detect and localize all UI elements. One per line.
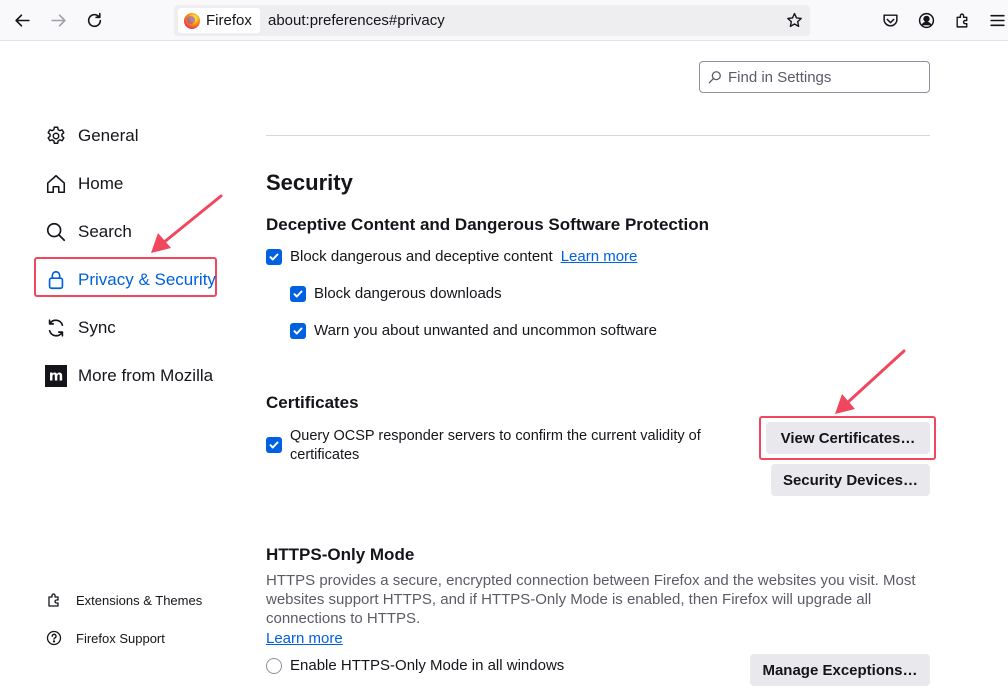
sidebar-item-search[interactable]: Search xyxy=(44,217,132,247)
search-icon xyxy=(44,220,68,244)
security-devices-button[interactable]: Security Devices… xyxy=(771,464,930,496)
view-certificates-button[interactable]: View Certificates… xyxy=(766,422,930,454)
url-bar[interactable]: Firefox about:preferences#privacy xyxy=(174,5,810,36)
block-downloads-label[interactable]: Block dangerous downloads xyxy=(314,285,502,302)
bookmark-star-icon[interactable] xyxy=(784,10,804,30)
https-only-all-windows-radio[interactable] xyxy=(266,657,282,674)
block-downloads-checkbox[interactable] xyxy=(290,285,306,302)
find-in-settings-input[interactable]: Find in Settings xyxy=(699,61,930,93)
block-dangerous-content-label[interactable]: Block dangerous and deceptive content xyxy=(290,248,553,265)
firefox-logo-icon xyxy=(184,12,200,29)
certificates-heading: Certificates xyxy=(266,393,359,412)
section-divider xyxy=(266,135,930,136)
sidebar-footer-extensions-themes[interactable]: Extensions & Themes xyxy=(46,589,202,611)
ocsp-label[interactable]: Query OCSP responder servers to confirm … xyxy=(290,427,701,465)
warn-unwanted-checkbox[interactable] xyxy=(290,322,306,339)
svg-text:m: m xyxy=(49,369,63,385)
https-only-description: HTTPS provides a secure, encrypted conne… xyxy=(266,571,926,628)
sync-icon xyxy=(44,316,68,340)
manage-exceptions-button[interactable]: Manage Exceptions… xyxy=(750,654,930,686)
https-only-all-windows-row: Enable HTTPS-Only Mode in all windows xyxy=(266,657,564,674)
ocsp-checkbox[interactable] xyxy=(266,437,282,453)
reload-icon[interactable] xyxy=(81,7,107,33)
ocsp-row: Query OCSP responder servers to confirm … xyxy=(266,427,701,465)
sidebar-item-label: Search xyxy=(78,222,132,241)
extensions-icon[interactable] xyxy=(949,7,975,33)
page-title: Security xyxy=(266,170,353,195)
sidebar-item-general[interactable]: General xyxy=(44,121,138,151)
gear-icon xyxy=(44,124,68,148)
help-icon xyxy=(46,630,62,646)
deceptive-content-heading: Deceptive Content and Dangerous Software… xyxy=(266,215,710,234)
annotation-arrow-view-certificates xyxy=(835,349,906,414)
sidebar-item-sync[interactable]: Sync xyxy=(44,313,116,343)
sidebar-item-more-from-mozilla[interactable]: m More from Mozilla xyxy=(44,361,213,391)
sidebar-item-label: More from Mozilla xyxy=(78,366,214,385)
footer-label: Firefox Support xyxy=(76,630,165,646)
account-icon[interactable] xyxy=(913,7,939,33)
pocket-icon[interactable] xyxy=(877,7,903,33)
puzzle-icon xyxy=(48,593,59,607)
https-learn-more-link[interactable]: Learn more xyxy=(266,630,343,647)
identity-box[interactable]: Firefox xyxy=(178,8,260,33)
ocsp-label-line2: certificates xyxy=(290,447,360,463)
warn-unwanted-row: Warn you about unwanted and uncommon sof… xyxy=(290,322,657,339)
browser-toolbar: Firefox about:preferences#privacy xyxy=(0,0,1008,41)
find-placeholder: Find in Settings xyxy=(728,68,832,86)
deceptive-learn-more-link[interactable]: Learn more xyxy=(561,248,638,265)
block-dangerous-content-row: Block dangerous and deceptive content Le… xyxy=(266,248,637,265)
sidebar-item-label: Privacy & Security xyxy=(78,270,216,289)
block-dangerous-content-checkbox[interactable] xyxy=(266,248,282,265)
back-icon[interactable] xyxy=(9,7,35,33)
forward-icon[interactable] xyxy=(45,7,71,33)
sidebar-item-label: Sync xyxy=(78,318,116,337)
menu-icon[interactable] xyxy=(984,7,1008,33)
lock-icon xyxy=(44,268,68,292)
block-downloads-row: Block dangerous downloads xyxy=(290,285,502,302)
sidebar-footer-firefox-support[interactable]: Firefox Support xyxy=(46,627,165,649)
warn-unwanted-label[interactable]: Warn you about unwanted and uncommon sof… xyxy=(314,322,657,339)
home-icon xyxy=(44,172,68,196)
sidebar-item-label: General xyxy=(78,126,139,145)
https-only-description-text: HTTPS provides a secure, encrypted conne… xyxy=(266,572,916,627)
sidebar-item-privacy-security[interactable]: Privacy & Security xyxy=(44,265,216,295)
annotation-arrow-privacy xyxy=(151,194,223,253)
https-only-all-windows-label[interactable]: Enable HTTPS-Only Mode in all windows xyxy=(290,657,564,674)
footer-label: Extensions & Themes xyxy=(76,592,203,608)
url-text[interactable]: about:preferences#privacy xyxy=(268,5,445,36)
https-only-heading: HTTPS-Only Mode xyxy=(266,545,415,564)
search-icon xyxy=(708,71,721,84)
sidebar-item-label: Home xyxy=(78,174,124,193)
identity-label: Firefox xyxy=(206,12,252,29)
sidebar-item-home[interactable]: Home xyxy=(44,169,123,199)
ocsp-label-line1: Query OCSP responder servers to confirm … xyxy=(290,428,701,444)
mozilla-icon: m xyxy=(44,364,68,388)
